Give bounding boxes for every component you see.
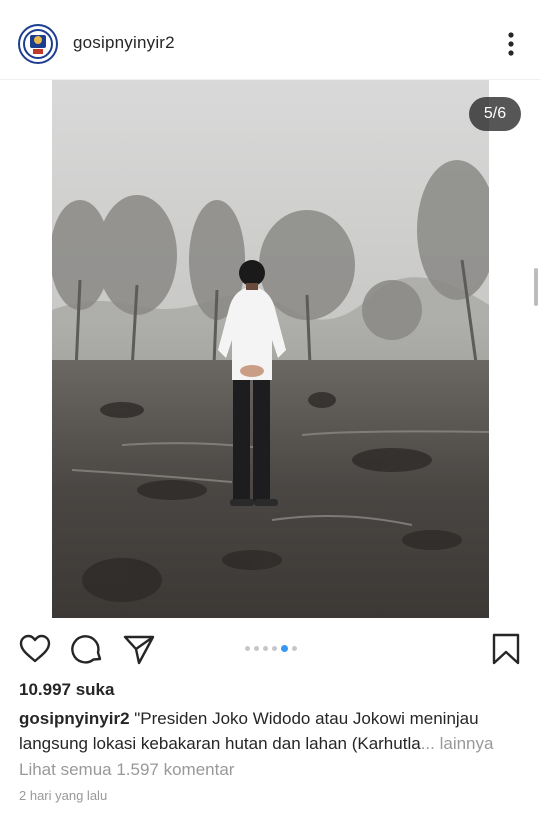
post-timestamp: 2 hari yang lalu (19, 788, 108, 803)
caption-username[interactable]: gosipnyinyir2 (19, 709, 130, 728)
post-actions-bar (0, 628, 540, 672)
bookmark-icon[interactable] (489, 632, 523, 666)
caption-ellipsis: ... (420, 734, 435, 753)
caption-text-1: "Presiden Joko Widodo atau Jokowi meninj… (129, 709, 479, 728)
caption-text-2: langsung lokasi kebakaran hutan dan laha… (19, 734, 421, 753)
carousel-dots (245, 644, 297, 652)
carousel-dot (254, 645, 259, 651)
post-header: gosipnyinyir2 (0, 0, 540, 80)
scrollbar-thumb[interactable] (534, 268, 538, 306)
likes-count[interactable]: 10.997 suka (19, 680, 114, 700)
caption-line-2: langsung lokasi kebakaran hutan dan laha… (19, 731, 524, 756)
post-caption: gosipnyinyir2 "Presiden Joko Widodo atau… (19, 706, 524, 756)
comment-icon[interactable] (71, 632, 105, 666)
avatar[interactable] (18, 24, 58, 64)
post-photo[interactable] (52, 80, 489, 618)
heart-icon[interactable] (18, 632, 52, 666)
carousel-dot (245, 645, 250, 651)
caption-more-link[interactable]: lainnya (440, 734, 494, 753)
post-username[interactable]: gosipnyinyir2 (73, 33, 175, 53)
more-vertical-icon[interactable] (506, 31, 516, 57)
avatar-logo-icon (21, 27, 55, 61)
send-icon[interactable] (122, 632, 156, 666)
carousel-dot (263, 645, 268, 651)
carousel-dot (272, 645, 277, 651)
carousel-counter-badge: 5/6 (469, 97, 521, 131)
caption-line-1: gosipnyinyir2 "Presiden Joko Widodo atau… (19, 706, 524, 731)
instagram-post-screen: gosipnyinyir2 5/6 10.997 suka gosipnyiny… (0, 0, 540, 823)
carousel-dot-active (281, 644, 288, 652)
view-comments-link[interactable]: Lihat semua 1.597 komentar (19, 760, 234, 780)
carousel-dot (292, 645, 297, 651)
